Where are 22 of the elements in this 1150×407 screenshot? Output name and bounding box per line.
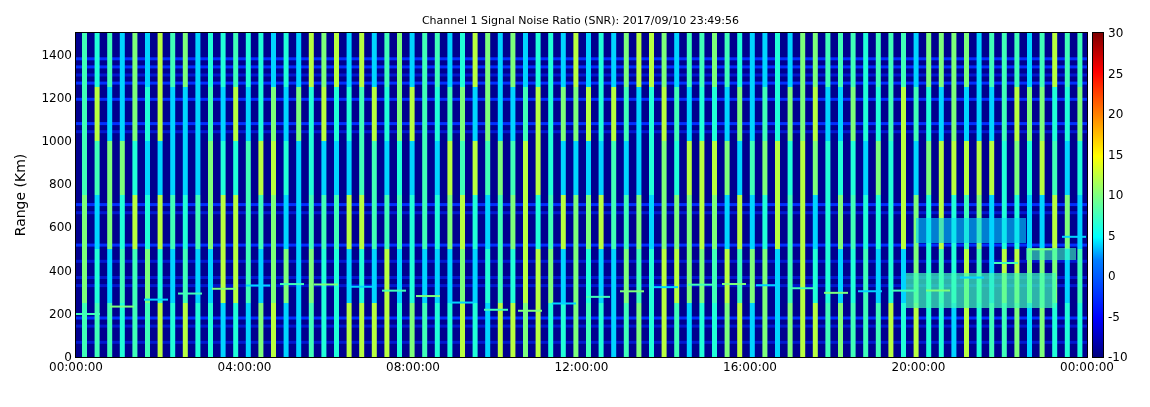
y-axis-label: Range (Km) bbox=[12, 153, 28, 237]
colorbar-tick-label: 15 bbox=[1108, 147, 1124, 162]
y-tick-label: 1400 bbox=[41, 47, 72, 62]
colorbar-tick-label: 20 bbox=[1108, 107, 1124, 121]
colorbar-tick-label: 5 bbox=[1108, 228, 1116, 243]
x-tick-label: 12:00:00 bbox=[554, 360, 609, 374]
colorbar-tick-label: 30 bbox=[1108, 26, 1124, 40]
x-tick-label: 16:00:00 bbox=[723, 360, 777, 374]
y-tick-label: 1000 bbox=[41, 134, 72, 148]
x-tick-label: 08:00:00 bbox=[386, 360, 440, 374]
y-tick-label: 600 bbox=[49, 220, 72, 235]
colorbar-tick-label: -5 bbox=[1108, 309, 1120, 324]
chart-title: Channel 1 Signal Noise Ratio (SNR): 2017/09/10 23:49:56 bbox=[421, 14, 740, 29]
colorbar-tick-label: 25 bbox=[1108, 66, 1124, 81]
colorbar-tick-label: 10 bbox=[1108, 188, 1124, 202]
colorbar-tick-label: 0 bbox=[1108, 269, 1116, 283]
y-tick-label: 1200 bbox=[41, 90, 72, 105]
y-tick-label: 400 bbox=[49, 263, 72, 278]
x-tick-label: 20:00:00 bbox=[891, 360, 946, 374]
x-tick-label: 04:00:00 bbox=[217, 360, 272, 374]
y-tick-label: 200 bbox=[49, 306, 72, 321]
y-tick-label: 800 bbox=[49, 177, 72, 192]
